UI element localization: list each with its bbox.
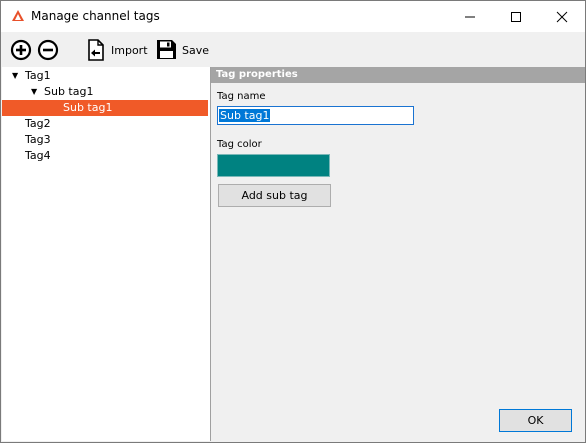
- remove-icon[interactable]: [37, 39, 59, 61]
- import-button-label[interactable]: Import: [111, 44, 148, 57]
- tree-item-label: Tag1: [25, 69, 51, 82]
- maximize-button[interactable]: [493, 1, 539, 32]
- maximize-icon: [511, 12, 521, 22]
- tag-color-swatch[interactable]: [217, 154, 330, 177]
- save-button-label[interactable]: Save: [182, 44, 209, 57]
- tree-item-tag1[interactable]: ▼ Tag1: [2, 68, 208, 84]
- tag-tree[interactable]: ▼ Tag1 ▼ Sub tag1 Sub tag1 Tag2 Tag3 Tag…: [2, 67, 211, 441]
- tree-item-tag2[interactable]: Tag2: [2, 116, 208, 132]
- tree-item-sub-tag1-selected[interactable]: Sub tag1: [2, 100, 208, 116]
- close-icon: [556, 11, 568, 23]
- tag-properties-header: Tag properties: [211, 67, 585, 83]
- tree-item-label: Tag4: [25, 149, 51, 162]
- tag-color-label: Tag color: [217, 139, 262, 150]
- tree-item-label: Tag2: [25, 117, 51, 130]
- tree-item-label: Sub tag1: [63, 101, 113, 114]
- app-logo-icon: [12, 10, 24, 21]
- add-icon[interactable]: [10, 39, 32, 61]
- manage-channel-tags-dialog: Manage channel tags Import Save ▼ Tag1 ▼…: [0, 0, 586, 443]
- title-bar[interactable]: Manage channel tags: [1, 1, 585, 32]
- tree-item-sub-tag1[interactable]: ▼ Sub tag1: [2, 84, 208, 100]
- tree-item-label: Tag3: [25, 133, 51, 146]
- save-icon[interactable]: [156, 39, 177, 60]
- expand-arrow-icon[interactable]: ▼: [31, 87, 37, 96]
- minimize-icon: [465, 16, 475, 18]
- tree-item-tag4[interactable]: Tag4: [2, 148, 208, 164]
- import-icon[interactable]: [86, 39, 106, 61]
- tree-item-tag3[interactable]: Tag3: [2, 132, 208, 148]
- close-button[interactable]: [539, 1, 585, 32]
- tag-name-input[interactable]: Sub tag1: [217, 106, 414, 125]
- toolbar: Import Save: [1, 32, 585, 67]
- window-title: Manage channel tags: [31, 9, 160, 23]
- minimize-button[interactable]: [447, 1, 493, 32]
- tag-name-label: Tag name: [217, 91, 266, 102]
- add-sub-tag-button[interactable]: Add sub tag: [218, 184, 331, 207]
- tree-item-label: Sub tag1: [44, 85, 94, 98]
- tag-name-value: Sub tag1: [219, 109, 271, 122]
- tag-properties-title: Tag properties: [216, 69, 298, 80]
- expand-arrow-icon[interactable]: ▼: [12, 71, 18, 80]
- ok-button[interactable]: OK: [499, 409, 572, 432]
